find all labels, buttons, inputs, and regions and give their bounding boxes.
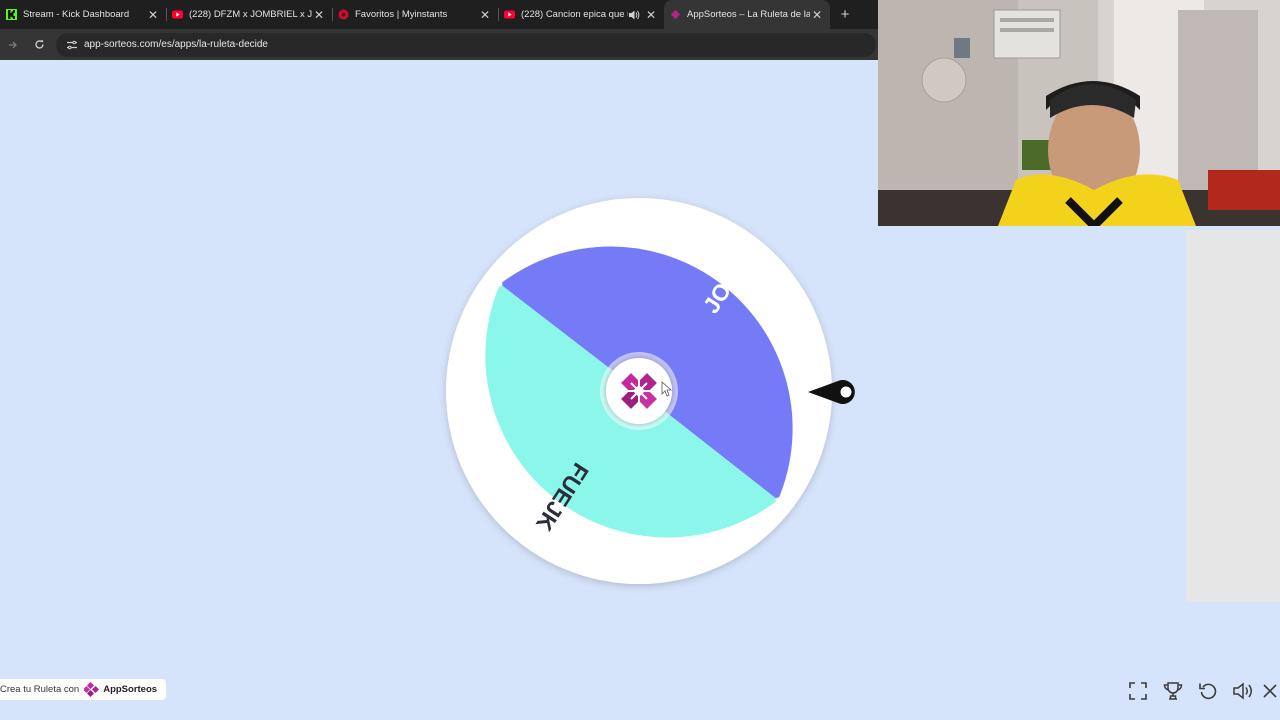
- close-icon: [1263, 684, 1277, 698]
- credit-text: Crea tu Ruleta con: [0, 684, 80, 695]
- sound-button[interactable]: [1225, 678, 1260, 704]
- segment-divider-dot: [775, 497, 781, 503]
- segment-divider-dot: [497, 281, 503, 287]
- credit-brand: AppSorteos: [103, 684, 158, 695]
- side-panel: [1186, 230, 1280, 602]
- fullscreen-icon: [1128, 682, 1147, 700]
- reset-button[interactable]: [1190, 678, 1225, 704]
- undo-icon: [1198, 683, 1216, 700]
- volume-icon: [1232, 682, 1252, 700]
- webcam-overlay: [878, 0, 1280, 226]
- spin-button[interactable]: [600, 352, 678, 430]
- appsorteos-credit-link[interactable]: Crea tu Ruleta con AppSorteos: [0, 679, 167, 700]
- trophy-icon: [1163, 682, 1182, 700]
- fullscreen-button[interactable]: [1120, 678, 1155, 704]
- close-button[interactable]: [1260, 678, 1280, 704]
- wheel-controls: [1120, 678, 1280, 704]
- winners-button[interactable]: [1155, 678, 1190, 704]
- appsorteos-logo-icon: [84, 681, 100, 697]
